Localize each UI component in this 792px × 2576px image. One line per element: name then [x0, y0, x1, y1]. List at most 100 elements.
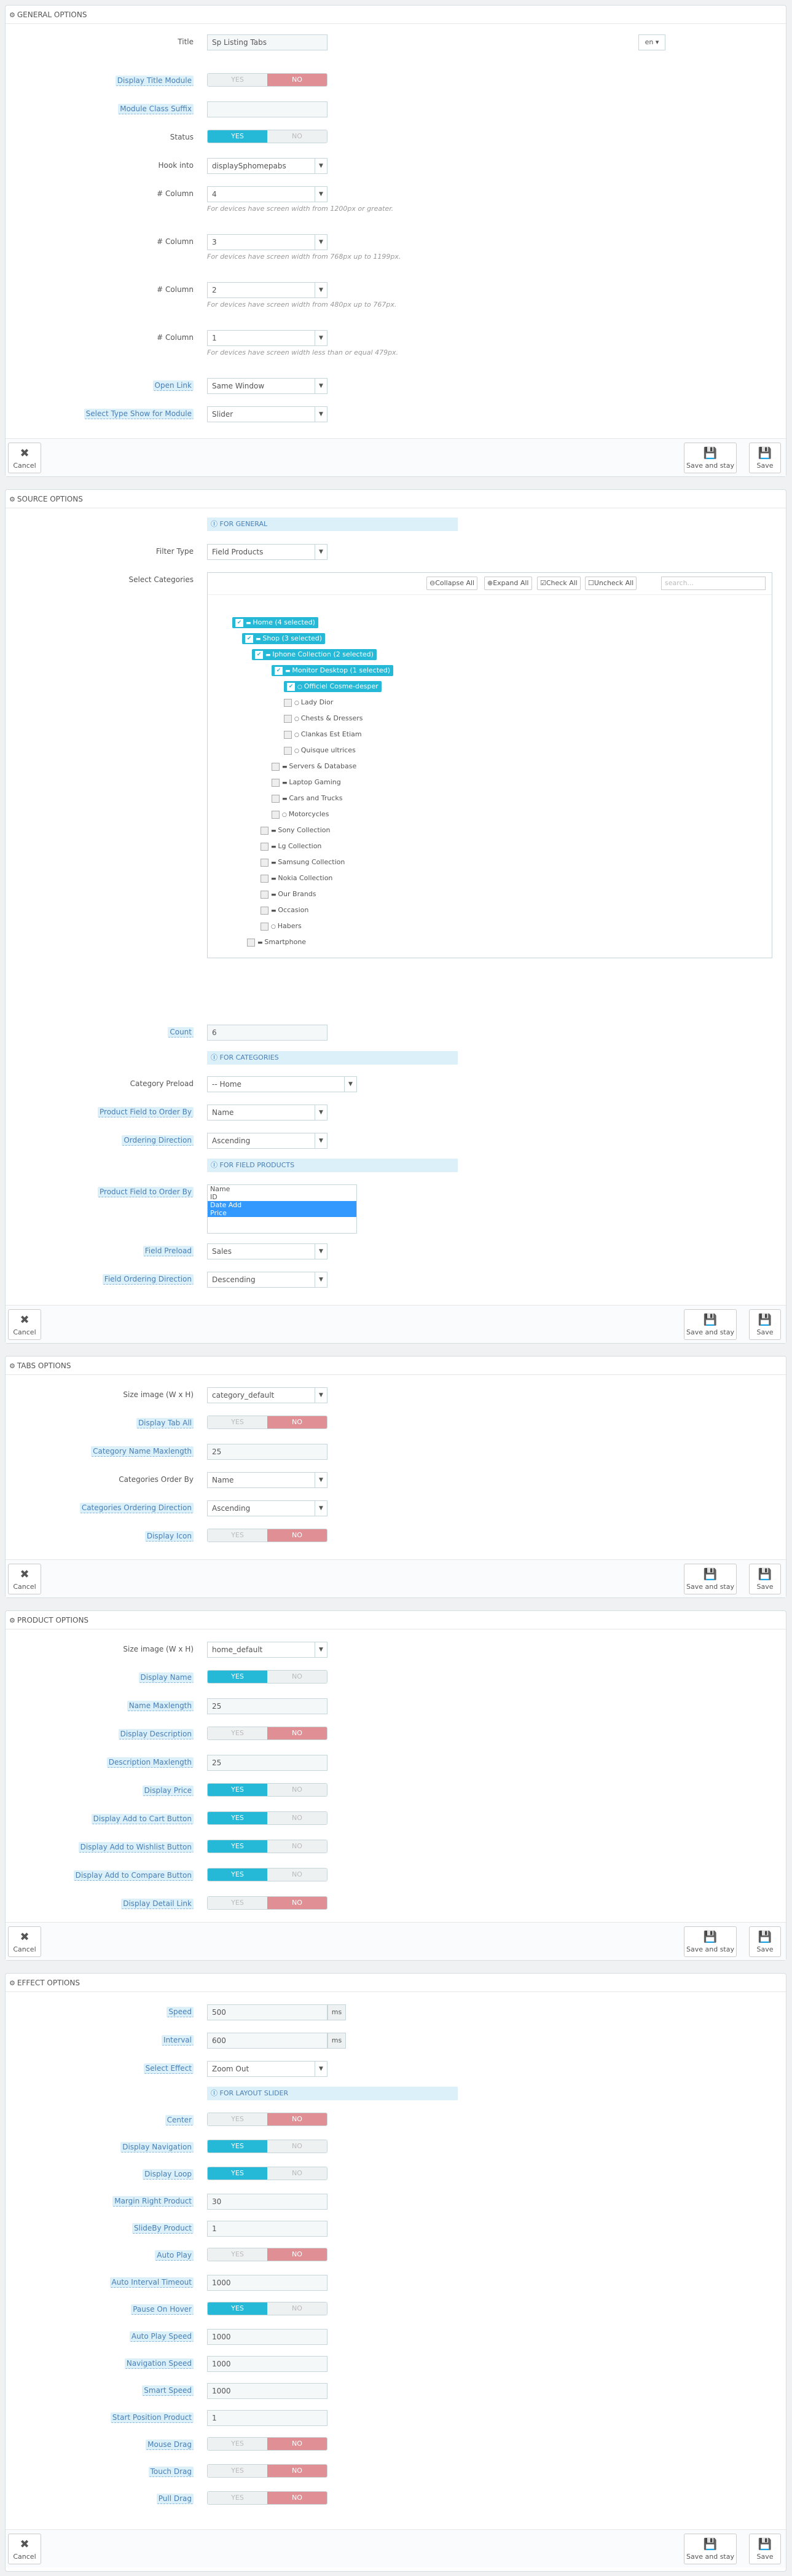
select-effect-select[interactable]: Zoom Out ▼ — [207, 2061, 327, 2077]
categories-ordering-select[interactable]: Ascending ▼ — [207, 1500, 327, 1516]
tree-node[interactable]: ▬ Smartphone — [247, 937, 306, 948]
hook-select[interactable]: displaySphomepabs ▼ — [207, 158, 327, 174]
tree-node[interactable]: ▬ Samsung Collection — [261, 857, 345, 868]
tree-node[interactable]: ○ Lady Dior — [284, 697, 333, 708]
auto-play-switch[interactable]: YES NO — [207, 2248, 327, 2261]
tree-node[interactable]: ○ Clankas Est Etiam — [284, 729, 362, 740]
display-icon-switch[interactable]: YES NO — [207, 1529, 327, 1542]
mouse-drag-switch[interactable]: YES NO — [207, 2437, 327, 2451]
checkbox[interactable] — [284, 746, 292, 755]
checkbox[interactable]: ✔ — [235, 618, 243, 627]
navigation-speed-input[interactable]: 1000 — [207, 2356, 327, 2372]
touch-drag-switch[interactable]: YES NO — [207, 2464, 327, 2478]
add-compare-switch[interactable]: YES NO — [207, 1868, 327, 1881]
smart-speed-input[interactable]: 1000 — [207, 2383, 327, 2399]
category-preload-select[interactable]: -- Home ▼ — [207, 1076, 357, 1092]
categories-order-by-select[interactable]: Name ▼ — [207, 1472, 327, 1488]
auto-play-speed-input[interactable]: 1000 — [207, 2329, 327, 2345]
checkbox[interactable] — [261, 858, 269, 867]
open-link-select[interactable]: Same Window ▼ — [207, 378, 327, 394]
product-field-listbox[interactable]: Name ID Date Add Price — [207, 1184, 357, 1234]
checkbox[interactable] — [261, 922, 269, 931]
checkbox[interactable]: ✔ — [245, 634, 253, 643]
column-2-select[interactable]: 3 ▼ — [207, 234, 327, 250]
checkbox[interactable] — [261, 890, 269, 899]
language-select[interactable]: en ▾ — [638, 34, 665, 50]
cancel-button[interactable]: ✖ Cancel — [8, 1309, 41, 1340]
display-description-switch[interactable]: YES NO — [207, 1727, 327, 1740]
checkbox[interactable]: ✔ — [275, 666, 283, 675]
interval-input[interactable]: 600 — [207, 2033, 327, 2049]
detail-link-switch[interactable]: YES NO — [207, 1896, 327, 1910]
tree-node[interactable]: ✔ ▬ Iphone Collection (2 selected) — [252, 649, 377, 660]
checkbox[interactable] — [272, 794, 280, 803]
select-type-select[interactable]: Slider ▼ — [207, 406, 327, 422]
center-switch[interactable]: YES NO — [207, 2113, 327, 2126]
checkbox[interactable] — [272, 762, 280, 771]
check-all-button[interactable]: ☑Check All — [537, 577, 581, 590]
size-image-select[interactable]: home_default ▼ — [207, 1642, 327, 1658]
pull-drag-switch[interactable]: YES NO — [207, 2491, 327, 2505]
display-title-switch[interactable]: YES NO — [207, 73, 327, 87]
list-option[interactable]: Name — [208, 1185, 356, 1193]
name-maxlength-input[interactable]: 25 — [207, 1698, 327, 1714]
column-4-select[interactable]: 1 ▼ — [207, 330, 327, 346]
save-and-stay-button[interactable]: 💾 Save and stay — [684, 1926, 737, 1957]
status-switch[interactable]: YES NO — [207, 130, 327, 143]
display-tab-all-switch[interactable]: YES NO — [207, 1416, 327, 1429]
tree-node[interactable]: ✔ ▬ Shop (3 selected) — [242, 633, 326, 644]
column-3-select[interactable]: 2 ▼ — [207, 282, 327, 298]
ordering-direction-select[interactable]: Ascending ▼ — [207, 1133, 327, 1149]
description-maxlength-input[interactable]: 25 — [207, 1755, 327, 1771]
cat-name-maxlength-input[interactable]: 25 — [207, 1444, 327, 1460]
tree-node[interactable]: ○ Motorcycles — [272, 809, 329, 820]
display-price-switch[interactable]: YES NO — [207, 1783, 327, 1797]
pause-hover-switch[interactable]: YES NO — [207, 2302, 327, 2315]
tree-node[interactable]: ▬ Occasion — [261, 905, 308, 916]
checkbox[interactable] — [284, 730, 292, 739]
size-image-select[interactable]: category_default ▼ — [207, 1387, 327, 1403]
list-option[interactable]: Date Add — [208, 1201, 356, 1209]
uncheck-all-button[interactable]: ☐Uncheck All — [585, 577, 637, 590]
tree-node[interactable]: ▬ Laptop Gaming — [272, 777, 341, 788]
tree-node[interactable]: ▬ Lg Collection — [261, 841, 321, 852]
tree-node[interactable]: ○ Quisque ultrices — [284, 745, 356, 756]
save-button[interactable]: 💾 Save — [749, 443, 781, 473]
save-and-stay-button[interactable]: 💾 Save and stay — [684, 2534, 737, 2564]
save-button[interactable]: 💾 Save — [749, 1309, 781, 1340]
field-ordering-select[interactable]: Descending ▼ — [207, 1272, 327, 1288]
tree-node[interactable]: ▬ Servers & Database — [272, 761, 356, 772]
checkbox[interactable] — [261, 906, 269, 915]
tree-node[interactable]: ▬ Nokia Collection — [261, 873, 332, 884]
add-cart-switch[interactable]: YES NO — [207, 1811, 327, 1825]
slideby-input[interactable]: 1 — [207, 2221, 327, 2237]
auto-interval-input[interactable]: 1000 — [207, 2275, 327, 2291]
checkbox[interactable] — [261, 842, 269, 851]
start-position-input[interactable]: 1 — [207, 2410, 327, 2426]
filter-type-select[interactable]: Field Products ▼ — [207, 544, 327, 560]
cancel-button[interactable]: ✖ Cancel — [8, 1926, 41, 1957]
tree-node[interactable]: ▬ Sony Collection — [261, 825, 330, 836]
tree-node[interactable]: ✔ ▬ Monitor Desktop (1 selected) — [272, 665, 394, 676]
display-loop-switch[interactable]: YES NO — [207, 2167, 327, 2180]
checkbox[interactable] — [261, 826, 269, 835]
collapse-all-button[interactable]: ⊖Collapse All — [426, 577, 478, 590]
save-button[interactable]: 💾 Save — [749, 1926, 781, 1957]
checkbox[interactable]: ✔ — [287, 682, 295, 691]
add-wishlist-switch[interactable]: YES NO — [207, 1840, 327, 1853]
checkbox[interactable] — [284, 698, 292, 707]
field-preload-select[interactable]: Sales ▼ — [207, 1243, 327, 1259]
display-navigation-switch[interactable]: YES NO — [207, 2140, 327, 2153]
checkbox[interactable] — [272, 810, 280, 819]
expand-all-button[interactable]: ⊕Expand All — [484, 577, 532, 590]
display-name-switch[interactable]: YES NO — [207, 1670, 327, 1684]
product-field-select[interactable]: Name ▼ — [207, 1105, 327, 1121]
save-and-stay-button[interactable]: 💾 Save and stay — [684, 443, 737, 473]
save-button[interactable]: 💾 Save — [749, 1564, 781, 1594]
list-option[interactable]: ID — [208, 1193, 356, 1201]
cancel-button[interactable]: ✖ Cancel — [8, 443, 41, 473]
cancel-button[interactable]: ✖ Cancel — [8, 1564, 41, 1594]
checkbox[interactable] — [284, 714, 292, 723]
tree-node[interactable]: ○ Habers — [261, 921, 302, 932]
tree-node[interactable]: ▬ Our Brands — [261, 889, 316, 900]
